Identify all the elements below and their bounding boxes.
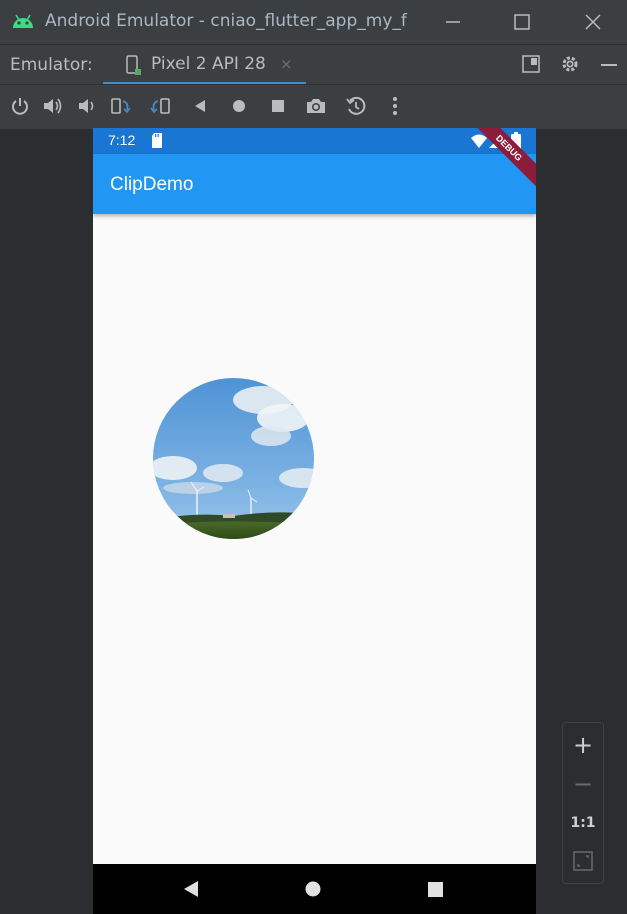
nav-back-icon[interactable]: [182, 880, 200, 898]
back-icon[interactable]: [189, 95, 211, 117]
app-bar: ClipDemo: [93, 154, 536, 214]
landscape-image: [153, 378, 314, 539]
hide-icon[interactable]: [598, 54, 620, 76]
app-title: ClipDemo: [110, 174, 194, 195]
gear-icon[interactable]: [559, 53, 581, 75]
emulator-tabbar: Emulator: Pixel 2 API 28 ×: [0, 44, 627, 85]
tab-label: Pixel 2 API 28: [151, 54, 266, 74]
nav-overview-icon[interactable]: [428, 882, 443, 897]
nav-home-icon[interactable]: [305, 881, 321, 897]
minimize-icon[interactable]: [441, 10, 465, 34]
status-time: 7:12: [108, 132, 136, 148]
power-icon[interactable]: [9, 95, 31, 117]
wifi-icon: [471, 134, 487, 148]
device-icon: [126, 55, 141, 75]
zoom-out-button[interactable]: −: [563, 770, 603, 798]
rotate-left-icon[interactable]: [110, 95, 132, 117]
layout-icon[interactable]: [521, 54, 541, 74]
more-icon[interactable]: [384, 95, 406, 117]
tab-pixel-2-api-28[interactable]: Pixel 2 API 28 ×: [103, 45, 306, 85]
window-titlebar: Android Emulator - cniao_flutter_app_my_…: [0, 0, 627, 44]
tab-close-icon[interactable]: ×: [280, 55, 293, 73]
zoom-in-button[interactable]: +: [563, 731, 603, 759]
emulator-label: Emulator:: [10, 55, 93, 75]
status-bar: 7:12: [93, 128, 536, 154]
rotate-right-icon[interactable]: [149, 95, 171, 117]
volume-up-icon[interactable]: [42, 95, 64, 117]
emulator-toolbar: [0, 84, 627, 129]
navigation-bar: [93, 864, 536, 914]
home-icon[interactable]: [228, 95, 250, 117]
snapshot-icon[interactable]: [345, 95, 367, 117]
clipped-oval-image: [153, 378, 314, 539]
zoom-controls: + − 1:1: [562, 722, 604, 884]
volume-down-icon[interactable]: [76, 95, 98, 117]
fit-screen-icon[interactable]: [573, 851, 593, 871]
close-icon[interactable]: [581, 10, 605, 34]
screenshot-icon[interactable]: [305, 95, 327, 117]
zoom-one-to-one-button[interactable]: 1:1: [563, 815, 603, 831]
window-title: Android Emulator - cniao_flutter_app_my_…: [45, 11, 407, 31]
sd-card-icon: [152, 133, 162, 148]
android-logo-icon: [13, 14, 33, 28]
device-screen[interactable]: 7:12 ClipDemo DEBUG: [93, 128, 536, 914]
overview-icon[interactable]: [267, 95, 289, 117]
maximize-icon[interactable]: [510, 10, 534, 34]
